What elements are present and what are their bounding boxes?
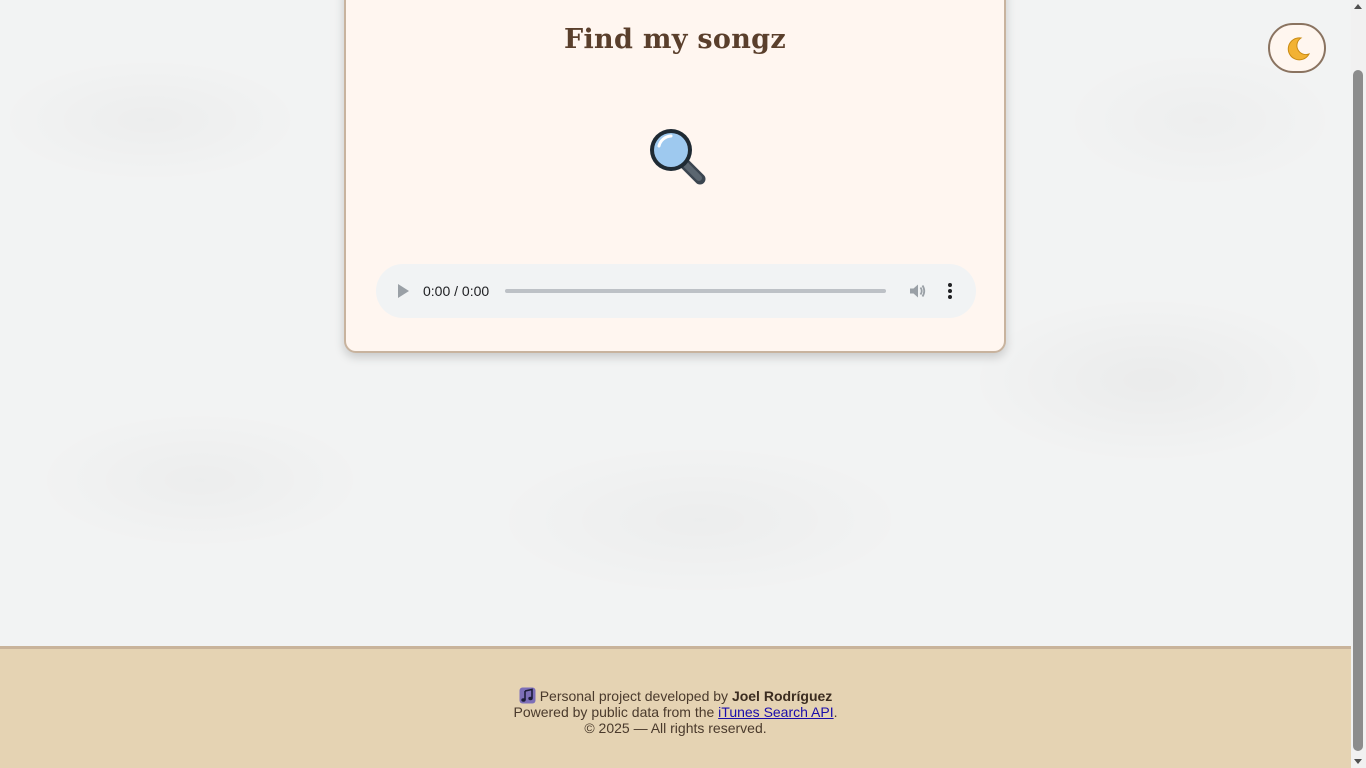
audio-time: 0:00 / 0:00 (423, 283, 490, 299)
footer-credit-text: Personal project developed by (539, 688, 729, 704)
page-scrollbar[interactable] (1351, 0, 1366, 768)
footer-powered-by: Powered by public data from the iTunes S… (0, 704, 1351, 720)
scrollbar-thumb[interactable] (1353, 70, 1363, 751)
search-card: Find my songz 0:00 / 0:00 (344, 0, 1006, 353)
author-name: Joel Rodríguez (731, 688, 833, 704)
powered-by-suffix: . (833, 704, 838, 720)
powered-by-text: Powered by public data from the (513, 704, 715, 720)
crescent-moon-icon (1287, 37, 1311, 61)
audio-player[interactable]: 0:00 / 0:00 (376, 264, 976, 318)
app-title: Find my songz (564, 24, 786, 55)
audio-progress-bar[interactable] (505, 289, 886, 293)
more-options-icon[interactable] (940, 281, 960, 301)
volume-icon[interactable] (908, 282, 926, 300)
scroll-down-icon[interactable] (1354, 759, 1362, 764)
magnifier-icon[interactable] (645, 124, 709, 188)
itunes-api-link[interactable]: iTunes Search API (718, 704, 833, 720)
footer-copyright: © 2025 — All rights reserved. (584, 720, 767, 736)
page-footer: Personal project developed by Joel Rodrí… (0, 646, 1351, 768)
theme-toggle-button[interactable] (1268, 23, 1326, 73)
scroll-up-icon[interactable] (1354, 4, 1362, 9)
play-icon[interactable] (398, 284, 409, 298)
